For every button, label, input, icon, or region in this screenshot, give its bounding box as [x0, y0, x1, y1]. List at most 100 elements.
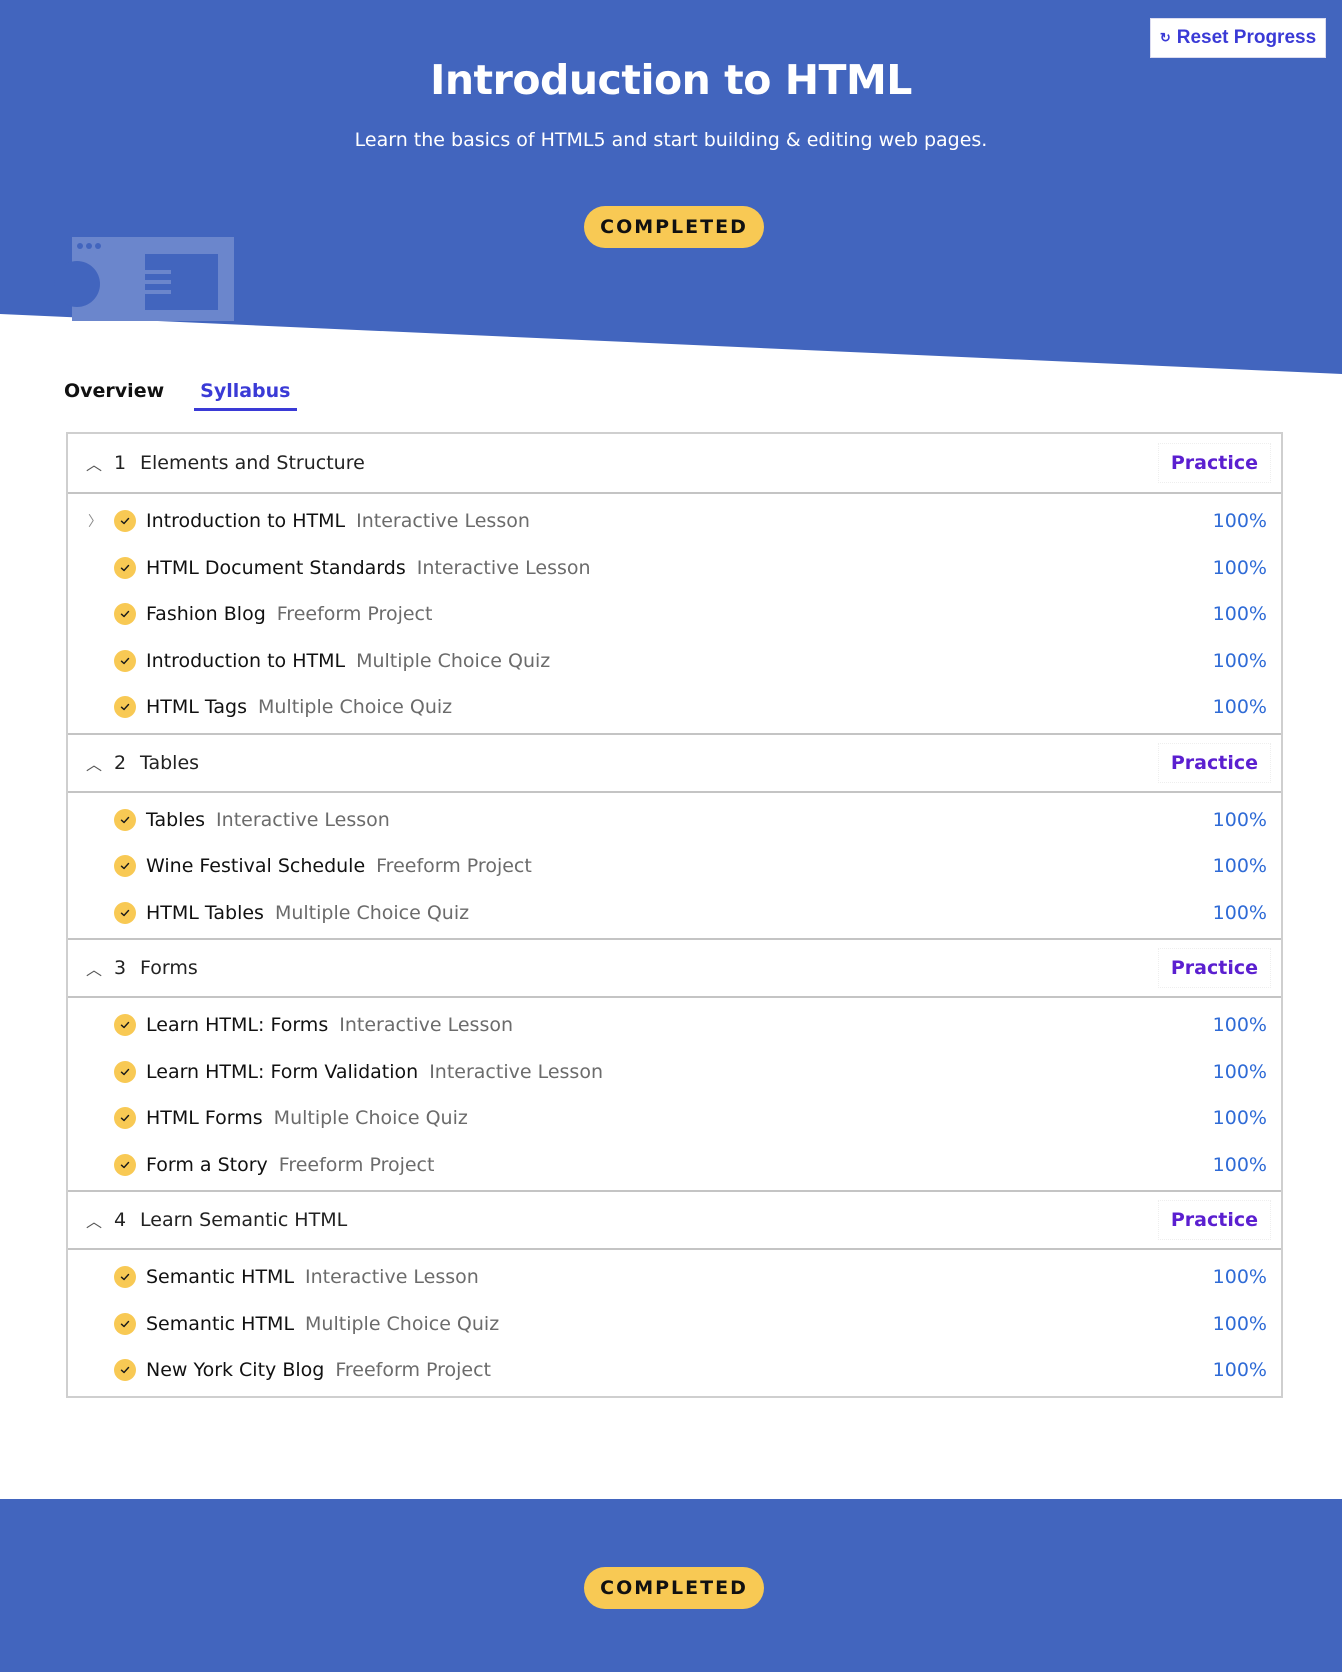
syllabus-item[interactable]: HTML Tables Multiple Choice Quiz 100%	[68, 890, 1281, 937]
course-footer: COMPLETED	[0, 1499, 1342, 1672]
item-type: Multiple Choice Quiz	[274, 901, 470, 924]
chevron-up-icon[interactable]: ︿	[86, 956, 106, 980]
syllabus-list: ︿ 1 Elements and Structure Practice 〉 Introdu…	[66, 432, 1283, 1398]
item-progress: 100%	[1212, 1014, 1267, 1037]
browser-illustration	[54, 237, 234, 321]
syllabus-item[interactable]: 〉 Introduction to HTML Interactive Lesson 1…	[68, 498, 1281, 545]
item-title[interactable]: HTML Document Standards	[146, 557, 406, 579]
syllabus-item[interactable]: New York City Blog Freeform Project 100%	[68, 1347, 1281, 1394]
chevron-right-icon[interactable]: 〉	[88, 511, 114, 531]
item-progress: 100%	[1212, 1312, 1267, 1335]
completed-badge: COMPLETED	[584, 206, 764, 248]
item-title[interactable]: Semantic HTML	[146, 1313, 294, 1335]
module-header[interactable]: ︿ 1 Elements and Structure Practice	[68, 434, 1281, 494]
module-items: Learn HTML: Forms Interactive Lesson 100% L…	[68, 998, 1281, 1190]
check-circle-icon	[114, 1153, 136, 1176]
check-circle-icon	[114, 649, 136, 672]
item-title[interactable]: Fashion Blog	[146, 603, 266, 625]
syllabus-item[interactable]: Introduction to HTML Multiple Choice Quiz…	[68, 638, 1281, 685]
item-type: Freeform Project	[278, 1153, 435, 1176]
item-type: Interactive Lesson	[305, 1266, 479, 1289]
course-title: Introduction to HTML	[430, 56, 912, 104]
course-page: Introduction to HTML Learn the basics of…	[0, 0, 1342, 1672]
check-circle-icon	[114, 1312, 136, 1335]
practice-button[interactable]: Practice	[1157, 443, 1271, 483]
item-title[interactable]: Wine Festival Schedule	[146, 855, 365, 877]
item-title[interactable]: Form a Story	[146, 1154, 268, 1176]
practice-button[interactable]: Practice	[1157, 742, 1271, 783]
syllabus-item[interactable]: Learn HTML: Forms Interactive Lesson 100%	[68, 1002, 1281, 1049]
item-type: Multiple Choice Quiz	[257, 696, 453, 719]
practice-button[interactable]: Practice	[1157, 948, 1271, 988]
item-progress: 100%	[1212, 1107, 1267, 1130]
item-type: Interactive Lesson	[429, 1060, 603, 1083]
item-progress: 100%	[1212, 901, 1267, 924]
item-progress: 100%	[1212, 603, 1267, 626]
module-number: 1	[114, 452, 127, 474]
module-number: 2	[114, 751, 127, 774]
syllabus-item[interactable]: Tables Interactive Lesson 100%	[68, 797, 1281, 844]
check-circle-icon	[114, 855, 136, 878]
item-title[interactable]: Introduction to HTML	[146, 650, 345, 672]
module-header[interactable]: ︿ 2 Tables Practice	[68, 732, 1281, 793]
item-type: Multiple Choice Quiz	[305, 1312, 500, 1335]
item-progress: 100%	[1212, 855, 1267, 878]
item-title[interactable]: Tables	[146, 809, 205, 831]
module-number: 4	[114, 1209, 127, 1231]
module-header[interactable]: ︿ 3 Forms Practice	[68, 938, 1281, 998]
chevron-up-icon[interactable]: ︿	[86, 751, 106, 775]
syllabus-item[interactable]: Learn HTML: Form Validation Interactive L…	[68, 1049, 1281, 1096]
chevron-up-icon[interactable]: ︿	[86, 451, 106, 475]
module-title: Learn Semantic HTML	[140, 1209, 348, 1231]
syllabus-item[interactable]: Semantic HTML Interactive Lesson 100%	[68, 1254, 1281, 1301]
item-title[interactable]: New York City Blog	[146, 1359, 324, 1381]
chevron-up-icon[interactable]: ︿	[86, 1208, 106, 1232]
tab-syllabus[interactable]: Syllabus	[194, 378, 297, 411]
syllabus-item[interactable]: HTML Document Standards Interactive Lesso…	[68, 545, 1281, 592]
check-circle-icon	[114, 1266, 136, 1289]
item-title[interactable]: Semantic HTML	[146, 1266, 294, 1288]
reset-progress-label: Reset Progress	[1176, 27, 1317, 48]
item-progress: 100%	[1212, 1153, 1267, 1176]
course-tabs: Overview Syllabus	[58, 378, 321, 411]
course-subtitle: Learn the basics of HTML5 and start buil…	[354, 129, 988, 151]
check-circle-icon	[114, 808, 136, 831]
item-progress: 100%	[1212, 510, 1267, 533]
item-title[interactable]: Learn HTML: Form Validation	[146, 1061, 418, 1083]
item-type: Interactive Lesson	[339, 1014, 514, 1037]
check-circle-icon	[114, 901, 136, 924]
syllabus-item[interactable]: HTML Tags Multiple Choice Quiz 100%	[68, 684, 1281, 731]
check-circle-icon	[114, 1014, 136, 1037]
module-title: Elements and Structure	[140, 452, 365, 474]
module-items: Tables Interactive Lesson 100% Wine Festiva…	[68, 793, 1281, 939]
module-title: Forms	[140, 957, 198, 979]
practice-button[interactable]: Practice	[1157, 1200, 1271, 1240]
refresh-icon: ↻	[1159, 30, 1171, 45]
syllabus-item[interactable]: Fashion Blog Freeform Project 100%	[68, 591, 1281, 638]
module-items: Semantic HTML Interactive Lesson 100% Seman…	[68, 1250, 1281, 1396]
module-header[interactable]: ︿ 4 Learn Semantic HTML Practice	[68, 1190, 1281, 1250]
item-title[interactable]: Learn HTML: Forms	[146, 1014, 328, 1036]
syllabus-item[interactable]: HTML Forms Multiple Choice Quiz 100%	[68, 1095, 1281, 1142]
item-title[interactable]: HTML Tables	[146, 902, 264, 924]
item-title[interactable]: Introduction to HTML	[146, 510, 345, 532]
item-progress: 100%	[1212, 556, 1267, 579]
item-title[interactable]: HTML Forms	[146, 1107, 263, 1129]
syllabus-item[interactable]: Form a Story Freeform Project 100%	[68, 1142, 1281, 1189]
syllabus-item[interactable]: Wine Festival Schedule Freeform Project 10…	[68, 843, 1281, 890]
item-type: Interactive Lesson	[216, 808, 390, 831]
check-circle-icon	[114, 1060, 136, 1083]
check-circle-icon	[114, 603, 136, 626]
item-title[interactable]: HTML Tags	[146, 696, 247, 718]
item-progress: 100%	[1212, 696, 1267, 719]
course-header: Introduction to HTML Learn the basics of…	[0, 0, 1342, 374]
item-type: Multiple Choice Quiz	[356, 649, 551, 672]
item-progress: 100%	[1212, 1266, 1267, 1289]
reset-progress-button[interactable]: ↻ Reset Progress	[1150, 18, 1326, 58]
check-circle-icon	[114, 696, 136, 719]
syllabus-item[interactable]: Semantic HTML Multiple Choice Quiz 100%	[68, 1301, 1281, 1348]
module-number: 3	[114, 957, 127, 979]
tab-overview[interactable]: Overview	[58, 378, 170, 411]
check-circle-icon	[114, 1359, 136, 1382]
item-type: Interactive Lesson	[416, 556, 591, 579]
